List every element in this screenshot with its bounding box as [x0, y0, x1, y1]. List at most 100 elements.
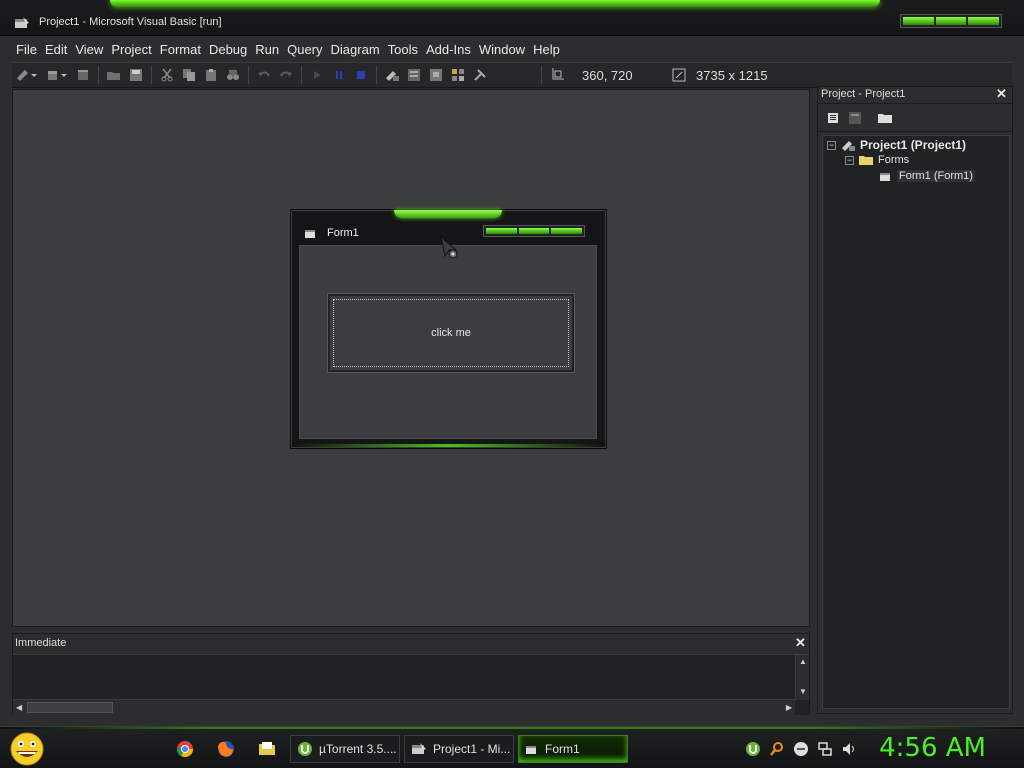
add-form-icon[interactable] — [44, 67, 70, 83]
position-icon — [548, 67, 566, 83]
redo-icon[interactable] — [277, 67, 295, 83]
toolbar-separator — [301, 66, 302, 84]
menu-debug[interactable]: Debug — [205, 42, 251, 57]
utorrent-icon — [298, 742, 312, 756]
mouse-cursor-icon — [440, 236, 458, 259]
vb-app-icon — [15, 17, 29, 28]
toolbar-separator — [541, 66, 542, 84]
taskbar-button-form1[interactable]: Form1 — [518, 735, 628, 763]
tree-forms-label: Forms — [878, 154, 910, 166]
vertical-scrollbar[interactable]: ▲ ▼ — [795, 655, 809, 700]
menu-add-ins[interactable]: Add-Ins — [422, 42, 475, 57]
taskbar-button-vb[interactable]: Project1 - Mi... — [404, 735, 514, 763]
taskbar-glow — [0, 727, 1024, 729]
tree-project-label: Project1 (Project1) — [860, 138, 967, 152]
copy-icon[interactable] — [180, 67, 198, 83]
save-project-icon[interactable] — [127, 67, 145, 83]
menu-window[interactable]: Window — [475, 42, 529, 57]
status-tray-icon[interactable] — [793, 741, 809, 757]
collapse-icon[interactable]: − — [845, 155, 854, 165]
start-icon[interactable] — [308, 67, 326, 83]
form-titlebar-glow — [394, 210, 502, 218]
network-tray-icon[interactable] — [817, 741, 833, 757]
tree-forms-node[interactable]: − Forms — [845, 154, 909, 166]
standard-toolbar: 360, 720 3735 x 1215 — [12, 62, 1012, 88]
form-minimize-button[interactable] — [486, 228, 517, 234]
taskbar-button-label: Project1 - Mi... — [433, 742, 511, 756]
menu-query[interactable]: Query — [283, 42, 326, 57]
horizontal-scrollbar[interactable]: ◀ ▶ — [13, 699, 795, 715]
view-object-icon[interactable] — [846, 110, 864, 126]
form-close-button[interactable] — [551, 228, 583, 234]
scrollbar-thumb[interactable] — [27, 702, 113, 713]
toolbox-icon[interactable] — [471, 67, 489, 83]
immediate-close-icon[interactable]: ✕ — [795, 636, 807, 649]
immediate-titlebar: Immediate ✕ — [13, 634, 809, 654]
paste-icon[interactable] — [202, 67, 220, 83]
undo-icon[interactable] — [255, 67, 273, 83]
close-button[interactable] — [968, 17, 1000, 25]
menu-project[interactable]: Project — [107, 42, 155, 57]
menu-editor-icon[interactable] — [74, 67, 92, 83]
form-icon — [526, 746, 536, 754]
tree-form1-label: Form1 (Form1) — [897, 170, 975, 182]
toggle-folders-icon[interactable] — [876, 110, 894, 126]
taskbar-button-label: Form1 — [545, 742, 580, 756]
find-icon[interactable] — [224, 67, 242, 83]
utorrent-tray-icon[interactable] — [745, 741, 761, 757]
form-client-area: click me — [299, 245, 597, 439]
taskbar-clock[interactable]: 4:56 AM — [879, 733, 986, 763]
form-layout-icon[interactable] — [427, 67, 445, 83]
scroll-right-icon[interactable]: ▶ — [786, 703, 792, 712]
object-browser-icon[interactable] — [449, 67, 467, 83]
start-smiley-icon[interactable] — [7, 731, 47, 767]
end-icon[interactable] — [352, 67, 370, 83]
menu-tools[interactable]: Tools — [384, 42, 422, 57]
immediate-title: Immediate — [15, 637, 67, 649]
chrome-icon[interactable] — [176, 740, 194, 758]
project-explorer-close-icon[interactable]: ✕ — [996, 87, 1008, 100]
scroll-down-icon[interactable]: ▼ — [799, 687, 807, 696]
window-controls[interactable] — [900, 14, 1002, 28]
collapse-icon[interactable]: − — [827, 140, 836, 150]
volume-tray-icon[interactable] — [841, 741, 857, 757]
open-project-icon[interactable] — [105, 67, 123, 83]
break-icon[interactable] — [330, 67, 348, 83]
immediate-window: Immediate ✕ ▲ ▼ ◀ ▶ — [12, 633, 810, 715]
view-code-icon[interactable] — [824, 110, 842, 126]
project-explorer-titlebar: Project - Project1 ✕ — [818, 87, 1012, 104]
project-explorer-panel: Project - Project1 ✕ − Project1 (Project… — [817, 86, 1013, 714]
add-project-icon[interactable] — [14, 67, 40, 83]
menu-bar: File Edit View Project Format Debug Run … — [12, 37, 1012, 61]
scroll-left-icon[interactable]: ◀ — [16, 703, 22, 712]
firefox-icon[interactable] — [217, 740, 235, 758]
project-icon — [842, 141, 855, 151]
menu-format[interactable]: Format — [156, 42, 205, 57]
click-me-button[interactable]: click me — [327, 293, 575, 373]
project-explorer-title: Project - Project1 — [821, 88, 906, 100]
menu-diagram[interactable]: Diagram — [327, 42, 384, 57]
menu-help[interactable]: Help — [529, 42, 564, 57]
tree-form1-node[interactable]: Form1 (Form1) — [879, 170, 975, 182]
form-maximize-button[interactable] — [518, 228, 550, 234]
taskbar: µTorrent 3.5.... Project1 - Mi... Form1 … — [0, 726, 1024, 768]
taskbar-button-label: µTorrent 3.5.... — [319, 742, 397, 756]
form-icon — [880, 173, 890, 181]
scroll-up-icon[interactable]: ▲ — [799, 657, 807, 666]
tree-project-node[interactable]: − Project1 (Project1) — [827, 138, 966, 152]
taskbar-button-utorrent[interactable]: µTorrent 3.5.... — [290, 735, 400, 763]
menu-run[interactable]: Run — [251, 42, 283, 57]
menu-view[interactable]: View — [71, 42, 107, 57]
properties-window-icon[interactable] — [405, 67, 423, 83]
menu-edit[interactable]: Edit — [41, 42, 71, 57]
minimize-button[interactable] — [903, 17, 934, 25]
search-tray-icon[interactable] — [769, 741, 785, 757]
window-titlebar[interactable]: Project1 - Microsoft Visual Basic [run] — [0, 0, 1024, 36]
menu-file[interactable]: File — [12, 42, 41, 57]
project-explorer-icon[interactable] — [383, 67, 401, 83]
maximize-button[interactable] — [935, 17, 967, 25]
folder-icon[interactable] — [258, 740, 276, 758]
form-window-controls[interactable] — [483, 225, 585, 237]
cut-icon[interactable] — [158, 67, 176, 83]
immediate-text-area[interactable]: ▲ ▼ ◀ ▶ — [13, 654, 809, 715]
